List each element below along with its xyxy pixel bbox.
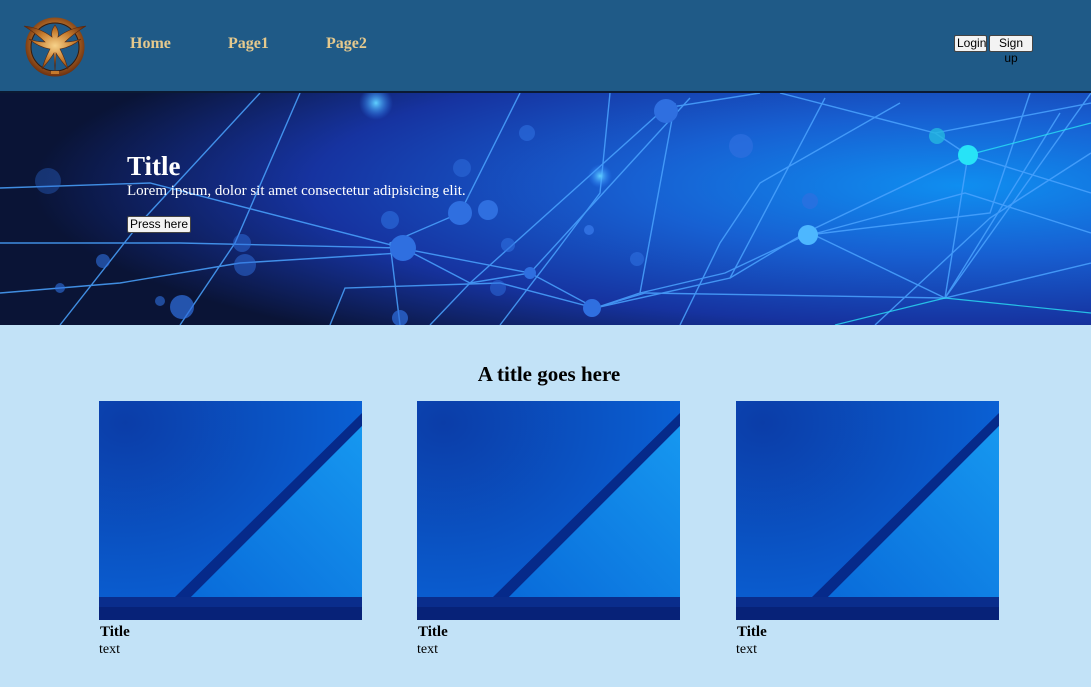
nav-page1-link[interactable]: Page1 xyxy=(228,35,269,53)
card-text: text xyxy=(99,642,120,657)
hero-description: Lorem ipsum, dolor sit amet consectetur … xyxy=(127,183,466,199)
mockingjay-logo[interactable] xyxy=(14,11,96,79)
card[interactable]: Title text xyxy=(99,401,362,659)
network-background-image xyxy=(0,93,1091,325)
card-title: Title xyxy=(418,624,448,640)
hero-title: Title xyxy=(127,151,181,181)
card-image xyxy=(736,401,999,620)
login-button[interactable]: Login xyxy=(954,35,987,52)
card[interactable]: Title text xyxy=(736,401,999,659)
card[interactable]: Title text xyxy=(417,401,680,659)
card-text: text xyxy=(417,642,438,657)
nav-page2-link[interactable]: Page2 xyxy=(326,35,367,53)
press-here-button[interactable]: Press here xyxy=(127,216,192,233)
card-text: text xyxy=(736,642,757,657)
signup-button[interactable]: Sign up xyxy=(989,35,1033,65)
card-image xyxy=(417,401,680,620)
card-title: Title xyxy=(100,624,130,640)
section-title: A title goes here xyxy=(477,362,621,386)
nav-home-link[interactable]: Home xyxy=(130,35,171,53)
card-title: Title xyxy=(737,624,767,640)
top-navigation-bar: Home Page1 Page2 Login Sign up xyxy=(0,0,1091,93)
card-image xyxy=(99,401,362,620)
hero-banner: Title Lorem ipsum, dolor sit amet consec… xyxy=(0,93,1091,325)
